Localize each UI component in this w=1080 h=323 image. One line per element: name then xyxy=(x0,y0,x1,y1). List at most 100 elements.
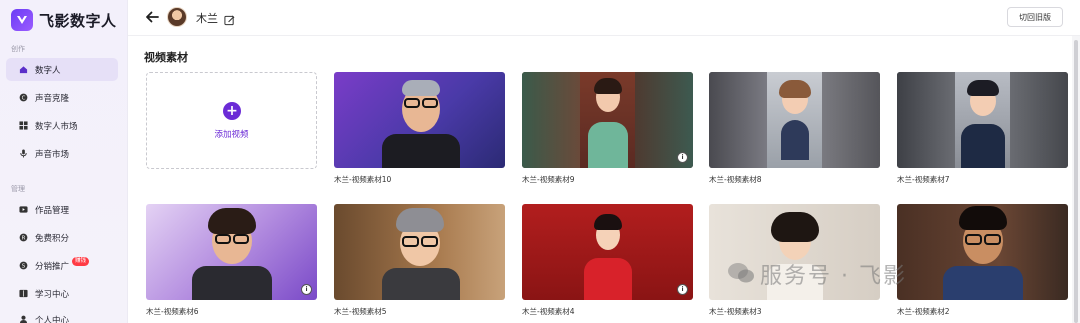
character-hair xyxy=(779,80,811,98)
logo-icon xyxy=(11,9,33,31)
blurred-background xyxy=(822,72,880,168)
character-hair xyxy=(396,208,444,232)
video-title: 木兰-视频素材2 xyxy=(897,307,950,316)
blurred-background xyxy=(897,72,955,168)
video-title: 木兰-视频素材4 xyxy=(522,307,575,316)
video-title: 木兰-视频素材5 xyxy=(334,307,387,316)
sidebar-item-label: 声音市场 xyxy=(35,149,70,160)
section-label-manage: 管理 xyxy=(11,185,25,193)
page-title: 视频素材 xyxy=(144,51,188,64)
sidebar-item-digital-human[interactable]: 数字人 xyxy=(6,58,118,81)
character-glasses xyxy=(404,98,420,108)
video-card[interactable]: i xyxy=(522,72,693,168)
sidebar-item-works[interactable]: 作品管理 xyxy=(6,198,118,221)
digital-human-name: 木兰 xyxy=(196,12,218,25)
video-card[interactable] xyxy=(709,72,880,168)
app-name: 飞影数字人 xyxy=(39,11,117,30)
character-glasses xyxy=(215,234,231,244)
wechat-icon xyxy=(727,262,755,284)
sidebar-item-learning[interactable]: 学习中心 xyxy=(6,282,118,305)
video-card[interactable] xyxy=(334,72,505,168)
character-body xyxy=(781,120,809,160)
blurred-background xyxy=(709,72,767,168)
avatar xyxy=(167,7,187,27)
character-glasses xyxy=(965,234,982,245)
info-icon[interactable]: i xyxy=(301,284,312,295)
sidebar: 飞影数字人 创作 数字人 C 声音克隆 数字人市场 声音市场 管理 作品管理 R xyxy=(0,0,128,323)
video-card[interactable]: i xyxy=(522,204,693,300)
points-icon: R xyxy=(19,233,28,242)
watermark-text: 服务号 · 飞影 xyxy=(760,264,907,289)
character-hair xyxy=(402,80,440,96)
video-title: 木兰-视频素材10 xyxy=(334,175,392,184)
character-hair xyxy=(959,206,1007,230)
video-title: 木兰-视频素材9 xyxy=(522,175,575,184)
video-card[interactable] xyxy=(897,204,1068,300)
character-body xyxy=(588,122,628,168)
character-body xyxy=(382,268,460,300)
character-glasses xyxy=(421,236,438,247)
blurred-background xyxy=(1010,72,1068,168)
character-body xyxy=(584,258,632,300)
video-icon xyxy=(19,205,28,214)
video-card[interactable]: i xyxy=(146,204,317,300)
character-hair xyxy=(771,212,819,242)
character-body xyxy=(943,266,1023,300)
character-hair xyxy=(594,78,622,94)
top-bar: 木兰 切回旧版 xyxy=(128,0,1080,36)
user-icon xyxy=(19,315,28,323)
share-icon: S xyxy=(19,261,28,270)
sidebar-item-voice-clone[interactable]: C 声音克隆 xyxy=(6,86,118,109)
edit-icon[interactable] xyxy=(224,11,235,26)
sidebar-item-label: 作品管理 xyxy=(35,205,70,216)
add-video-label: 添加视频 xyxy=(214,130,249,140)
sidebar-item-profile[interactable]: 个人中心 xyxy=(6,308,118,323)
sidebar-item-label: 声音克隆 xyxy=(35,93,70,104)
svg-text:C: C xyxy=(22,95,26,101)
video-title: 木兰-视频素材7 xyxy=(897,175,950,184)
book-icon xyxy=(19,289,28,298)
character-body xyxy=(192,266,272,300)
svg-text:S: S xyxy=(22,263,26,269)
voice-clone-icon: C xyxy=(19,93,28,102)
sidebar-item-label: 数字人 xyxy=(35,65,61,76)
svg-text:R: R xyxy=(22,235,26,241)
switch-old-version-button[interactable]: 切回旧版 xyxy=(1007,7,1063,27)
character-hair xyxy=(967,80,999,96)
plus-icon: + xyxy=(223,102,241,120)
video-card[interactable] xyxy=(334,204,505,300)
sidebar-item-label: 免费积分 xyxy=(35,233,70,244)
character-glasses xyxy=(402,236,419,247)
sidebar-item-label: 个人中心 xyxy=(35,315,70,323)
sidebar-item-market[interactable]: 数字人市场 xyxy=(6,114,118,137)
video-title: 木兰-视频素材6 xyxy=(146,307,199,316)
character-glasses xyxy=(233,234,249,244)
video-card[interactable] xyxy=(897,72,1068,168)
blurred-background xyxy=(522,72,580,168)
app-logo[interactable]: 飞影数字人 xyxy=(11,9,117,31)
earn-badge: 赚钱 xyxy=(72,257,90,266)
sidebar-item-points[interactable]: R 免费积分 xyxy=(6,226,118,249)
grid-icon xyxy=(19,121,28,130)
sidebar-item-voice-market[interactable]: 声音市场 xyxy=(6,142,118,165)
video-title: 木兰-视频素材8 xyxy=(709,175,762,184)
character-glasses xyxy=(984,234,1001,245)
sidebar-item-label: 数字人市场 xyxy=(35,121,78,132)
section-label-create: 创作 xyxy=(11,45,25,53)
scrollbar-thumb[interactable] xyxy=(1074,40,1078,323)
add-video-card[interactable]: + 添加视频 xyxy=(146,72,317,169)
microphone-icon xyxy=(19,149,28,158)
character-glasses xyxy=(422,98,438,108)
sidebar-item-label: 学习中心 xyxy=(35,289,70,300)
character-hair xyxy=(208,208,256,234)
character-body xyxy=(382,134,460,168)
character-hair xyxy=(594,214,622,230)
sidebar-item-distribution[interactable]: S 分销推广 赚钱 xyxy=(6,254,118,277)
character-body xyxy=(961,124,1005,168)
video-title: 木兰-视频素材3 xyxy=(709,307,762,316)
back-arrow-icon[interactable] xyxy=(144,9,160,25)
sidebar-item-label: 分销推广 xyxy=(35,261,70,272)
home-icon xyxy=(19,65,28,74)
info-icon[interactable]: i xyxy=(677,152,688,163)
info-icon[interactable]: i xyxy=(677,284,688,295)
